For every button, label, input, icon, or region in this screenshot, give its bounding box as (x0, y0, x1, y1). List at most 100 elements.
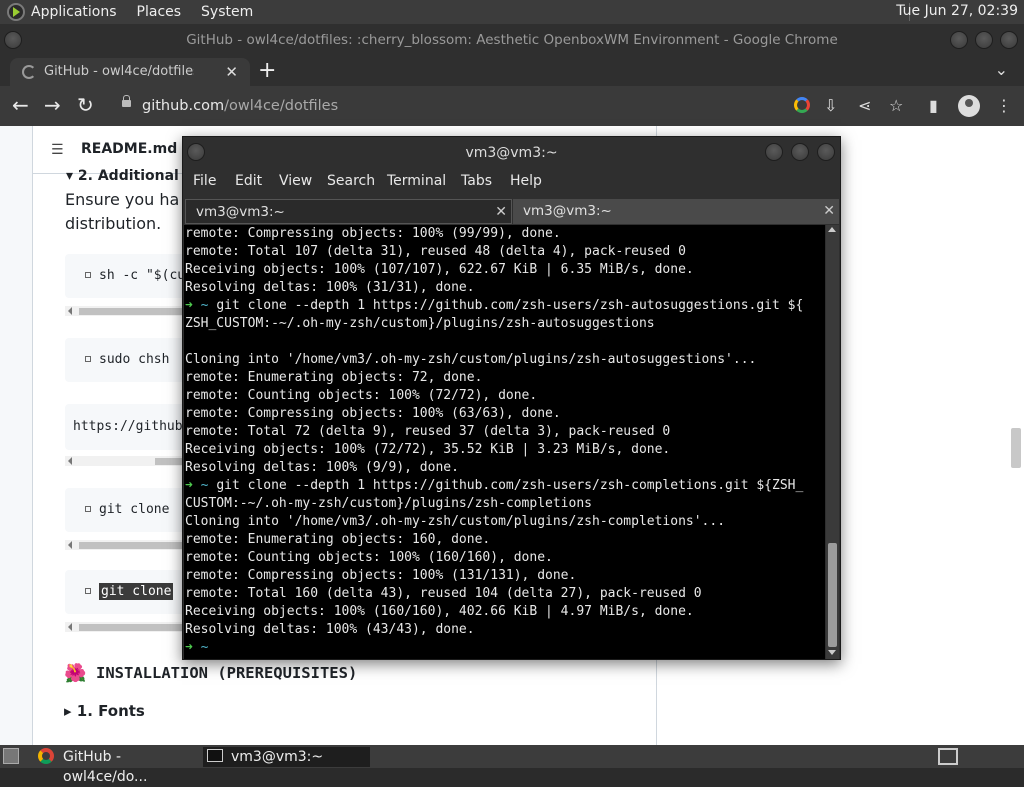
maximize-button[interactable] (975, 31, 993, 49)
menu-system[interactable]: System (201, 4, 253, 20)
back-button[interactable]: ← (12, 94, 29, 116)
ensure-text-line1: Ensure you ha (65, 190, 180, 209)
terminal-line: remote: Counting objects: 100% (72/72), … (185, 388, 538, 403)
readme-border (32, 126, 33, 745)
fonts-disclosure[interactable]: ▸ 1. Fonts (64, 702, 145, 720)
terminal-window[interactable]: vm3@vm3:~ File Edit View Search Terminal… (182, 136, 841, 660)
minimize-button[interactable] (950, 31, 968, 49)
terminal-icon (207, 749, 223, 762)
terminal-line: remote: Compressing objects: 100% (63/63… (185, 406, 561, 421)
browser-tab[interactable]: GitHub - owl4ce/dotfiles: :cherry_blosso… (10, 58, 250, 86)
tab-search-chevron-icon[interactable]: ⌄ (995, 60, 1008, 79)
url-path: /owl4ce/dotfiles (224, 98, 339, 114)
workspace-switcher-icon[interactable] (938, 748, 958, 765)
readme-title[interactable]: README.md (81, 141, 177, 157)
terminal-line: Resolving deltas: 100% (31/31), done. (185, 280, 475, 295)
terminal-output[interactable]: remote: Compressing objects: 100% (99/99… (184, 225, 825, 659)
menu-view[interactable]: View (279, 173, 312, 189)
browser-toolbar: ← → ↻ github.com/owl4ce/dotfiles ⇩ ⋖ ☆ ▮… (0, 86, 1024, 126)
terminal-line: CUSTOM:-~/.oh-my-zsh/custom}/plugins/zsh… (185, 496, 592, 511)
terminal-menubar: File Edit View Search Terminal Tabs Help (183, 169, 840, 195)
bookmark-star-icon[interactable]: ☆ (889, 96, 903, 116)
terminal-line: Receiving objects: 100% (107/107), 622.6… (185, 262, 694, 277)
taskbar-item-chrome[interactable]: GitHub - owl4ce/do... (34, 747, 200, 785)
section-heading-additional[interactable]: ▾ 2. Additional (66, 168, 179, 184)
outline-list-icon[interactable]: ☰ (51, 142, 65, 158)
show-desktop-icon[interactable] (3, 748, 19, 764)
command-text: git clone --depth 1 https://github.com/z… (216, 478, 804, 493)
terminal-close-button[interactable] (817, 143, 835, 161)
scroll-down-arrow-icon[interactable] (828, 650, 836, 655)
loading-favicon-icon (22, 65, 36, 79)
terminal-line: Resolving deltas: 100% (43/43), done. (185, 622, 475, 637)
terminal-line: remote: Counting objects: 100% (160/160)… (185, 550, 553, 565)
menu-help[interactable]: Help (510, 173, 542, 189)
terminal-line: remote: Enumerating objects: 72, done. (185, 370, 483, 385)
reload-button[interactable]: ↻ (77, 94, 94, 116)
page-gutter (0, 126, 32, 745)
terminal-tab-1-close-icon[interactable]: ✕ (495, 200, 507, 225)
profile-avatar[interactable] (958, 95, 980, 117)
menu-edit[interactable]: Edit (235, 173, 262, 189)
menu-tabs[interactable]: Tabs (461, 173, 492, 189)
terminal-scrollbar[interactable] (826, 225, 839, 659)
scroll-up-arrow-icon[interactable] (828, 227, 836, 232)
share-icon[interactable]: ⋖ (858, 96, 871, 116)
terminal-minimize-button[interactable] (765, 143, 783, 161)
prompt-tilde: ~ (192, 640, 209, 655)
chrome-menu-icon[interactable]: ⋮ (996, 96, 1012, 116)
terminal-line: remote: Compressing objects: 100% (99/99… (185, 226, 561, 241)
terminal-tab-2[interactable]: vm3@vm3:~ ✕ (513, 199, 839, 224)
terminal-tab-1[interactable]: vm3@vm3:~ ✕ (185, 199, 512, 224)
tab-close-icon[interactable]: ✕ (225, 58, 238, 86)
terminal-line: Resolving deltas: 100% (9/9), done. (185, 460, 459, 475)
side-panel-icon[interactable]: ▮ (929, 96, 938, 116)
menu-file[interactable]: File (193, 173, 216, 189)
terminal-line: remote: Enumerating objects: 160, done. (185, 532, 491, 547)
command-text: git clone --depth 1 https://github.com/z… (216, 298, 804, 313)
taskbar-item-terminal[interactable]: vm3@vm3:~ (203, 747, 370, 767)
terminal-title: vm3@vm3:~ (465, 145, 558, 161)
terminal-titlebar: vm3@vm3:~ (183, 137, 840, 169)
terminal-tab-2-label: vm3@vm3:~ (523, 203, 612, 219)
window-menu-icon[interactable] (4, 31, 22, 49)
tab-strip: GitHub - owl4ce/dotfiles: :cherry_blosso… (0, 56, 1024, 86)
clock[interactable]: Tue Jun 27, 02:39 (896, 3, 1018, 19)
page-scrollbar-thumb[interactable] (1011, 428, 1021, 468)
terminal-current-prompt[interactable]: ➜ ~ (185, 639, 825, 657)
google-lens-icon[interactable] (794, 97, 810, 113)
lock-icon[interactable] (122, 95, 131, 107)
prompt-tilde: ~ (192, 298, 217, 313)
chrome-icon (38, 748, 54, 764)
menu-places[interactable]: Places (137, 4, 182, 20)
terminal-line: ZSH_CUSTOM:-~/.oh-my-zsh/custom}/plugins… (185, 316, 655, 331)
prompt-arrow: ➜ (185, 298, 193, 313)
menu-search[interactable]: Search (327, 173, 375, 189)
terminal-scroll-thumb[interactable] (828, 543, 837, 647)
terminal-line: remote: Total 72 (delta 9), reused 37 (d… (185, 424, 671, 439)
terminal-line: Receiving objects: 100% (72/72), 35.52 K… (185, 442, 671, 457)
terminal-line: Cloning into '/home/vm3/.oh-my-zsh/custo… (185, 514, 726, 529)
cherry-blossom-emoji: 🌺 (64, 663, 87, 684)
close-button[interactable] (1000, 31, 1018, 49)
forward-button[interactable]: → (44, 94, 61, 116)
ensure-text-line2: distribution. (65, 214, 162, 233)
menu-terminal[interactable]: Terminal (387, 173, 446, 189)
taskbar-item-chrome-label: GitHub - owl4ce/do... (63, 749, 148, 785)
terminal-line: remote: Compressing objects: 100% (131/1… (185, 568, 577, 583)
installation-heading: INSTALLATION (PREREQUISITES) (96, 664, 358, 682)
system-logo-icon[interactable] (7, 3, 25, 21)
terminal-window-menu-icon[interactable] (187, 143, 205, 161)
terminal-line: Receiving objects: 100% (160/160), 402.6… (185, 604, 694, 619)
taskbar-item-terminal-label: vm3@vm3:~ (231, 749, 324, 765)
taskbar: GitHub - owl4ce/do... vm3@vm3:~ (0, 745, 1024, 785)
url-host: github.com (142, 98, 225, 114)
prompt-tilde: ~ (192, 478, 217, 493)
terminal-tab-2-close-icon[interactable]: ✕ (823, 199, 835, 224)
menu-applications[interactable]: Applications (31, 4, 117, 20)
terminal-maximize-button[interactable] (791, 143, 809, 161)
install-app-icon[interactable]: ⇩ (824, 96, 837, 116)
terminal-line: Cloning into '/home/vm3/.oh-my-zsh/custo… (185, 352, 757, 367)
new-tab-button[interactable]: + (258, 58, 276, 84)
